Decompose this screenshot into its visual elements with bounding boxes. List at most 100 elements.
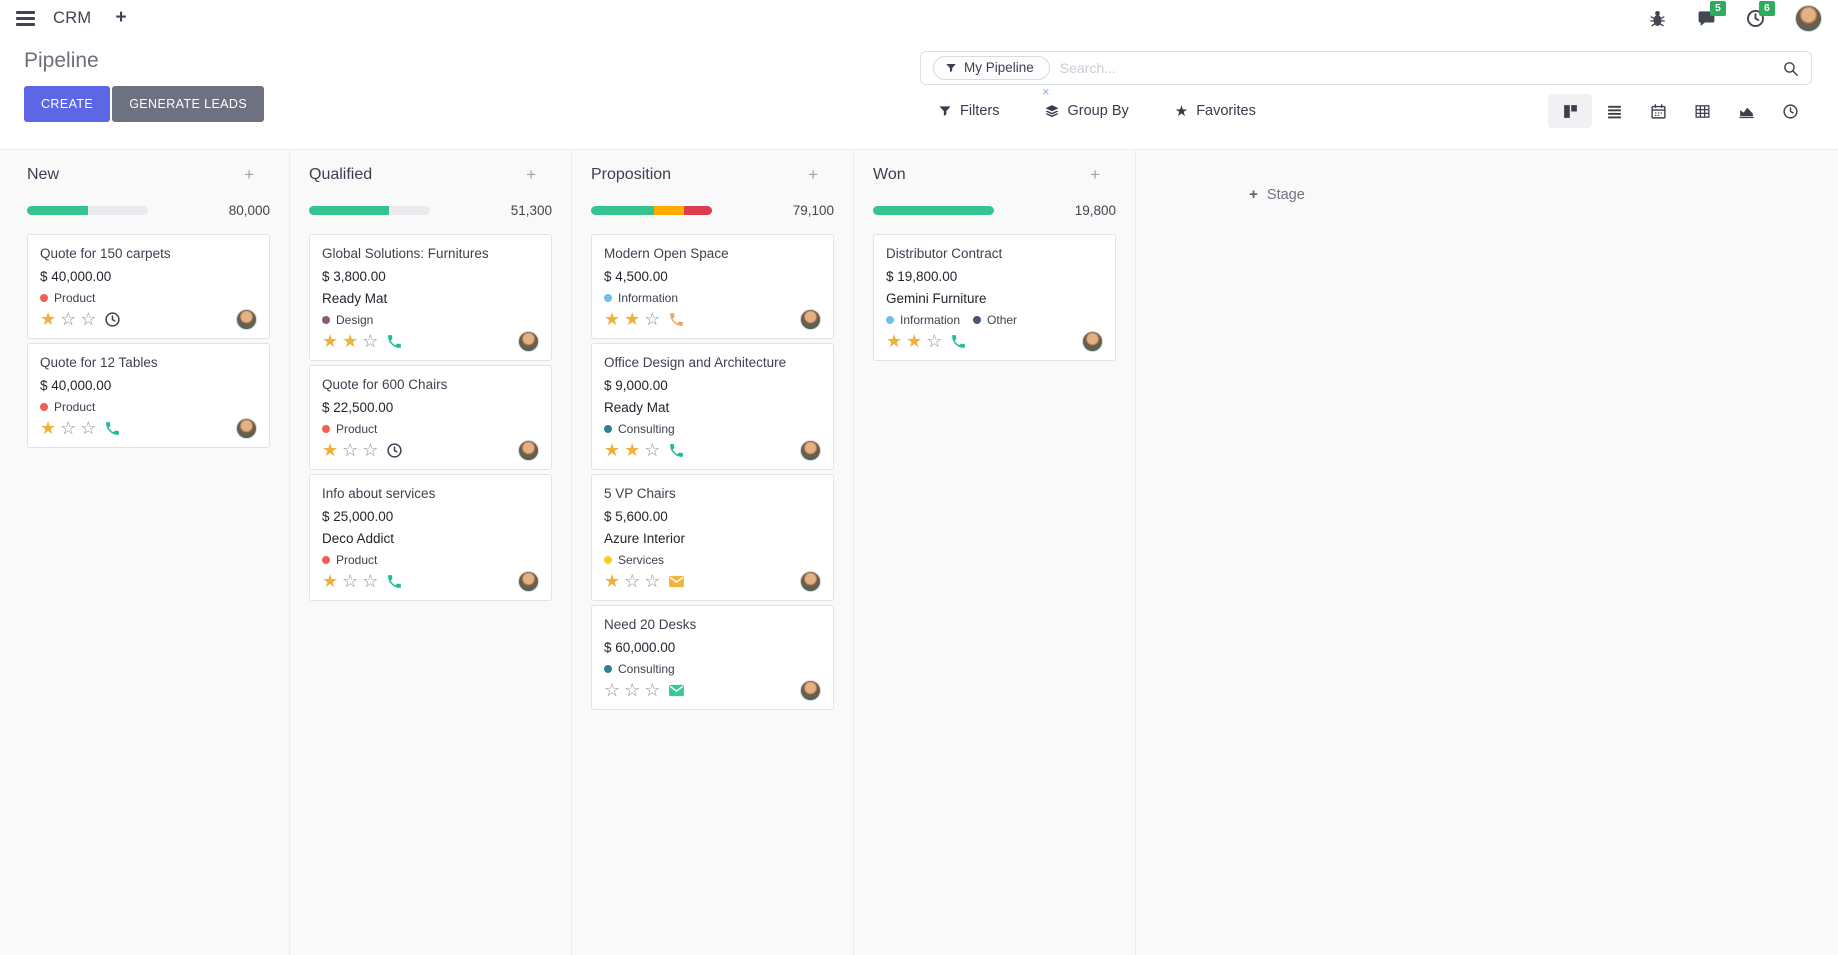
salesperson-avatar[interactable] (1082, 331, 1103, 352)
search-icon[interactable] (1782, 60, 1799, 77)
debug-bug-icon[interactable] (1648, 9, 1667, 28)
star-empty-icon[interactable]: ☆ (362, 440, 378, 461)
phone-icon[interactable] (386, 333, 403, 350)
search-bar[interactable]: My Pipeline Search... × (920, 51, 1812, 85)
column-title[interactable]: Qualified (309, 166, 372, 184)
card-title[interactable]: Quote for 12 Tables (40, 355, 257, 370)
activities-clock-icon[interactable]: 6 (1746, 9, 1765, 28)
star-empty-icon[interactable]: ☆ (362, 331, 378, 352)
progress-segment[interactable] (684, 206, 712, 215)
card-title[interactable]: Quote for 600 Chairs (322, 377, 539, 392)
list-view-icon[interactable] (1592, 94, 1636, 128)
envelope-icon[interactable] (668, 682, 685, 699)
star-filled-icon[interactable]: ★ (624, 309, 640, 330)
star-empty-icon[interactable]: ☆ (644, 680, 660, 701)
star-empty-icon[interactable]: ☆ (80, 418, 96, 439)
facet-remove-icon[interactable]: × (1042, 84, 1050, 99)
calendar-view-icon[interactable] (1636, 94, 1680, 128)
apps-menu-icon[interactable] (16, 11, 35, 26)
column-title[interactable]: New (27, 166, 59, 184)
activity-view-icon[interactable] (1768, 94, 1812, 128)
star-filled-icon[interactable]: ★ (886, 331, 902, 352)
kanban-card[interactable]: 5 VP Chairs$ 5,600.00Azure InteriorServi… (591, 474, 834, 601)
card-title[interactable]: Quote for 150 carpets (40, 246, 257, 261)
clock-icon[interactable] (386, 442, 403, 459)
phone-icon[interactable] (104, 420, 121, 437)
phone-icon[interactable] (668, 442, 685, 459)
progress-segment[interactable] (591, 206, 654, 215)
app-name[interactable]: CRM (53, 9, 91, 28)
progress-segment[interactable] (27, 206, 88, 215)
star-empty-icon[interactable]: ☆ (624, 571, 640, 592)
filters-menu[interactable]: Filters (938, 103, 999, 119)
progress-segment[interactable] (873, 206, 994, 215)
salesperson-avatar[interactable] (800, 309, 821, 330)
star-empty-icon[interactable]: ☆ (644, 440, 660, 461)
salesperson-avatar[interactable] (236, 418, 257, 439)
messages-icon[interactable]: 5 (1697, 9, 1716, 28)
kanban-card[interactable]: Quote for 12 Tables$ 40,000.00Product★☆☆ (27, 343, 270, 448)
star-filled-icon[interactable]: ★ (40, 418, 56, 439)
new-window-plus-icon[interactable]: + (115, 7, 126, 29)
salesperson-avatar[interactable] (800, 680, 821, 701)
star-filled-icon[interactable]: ★ (322, 331, 338, 352)
quick-add-icon[interactable]: + (808, 165, 834, 185)
salesperson-avatar[interactable] (800, 571, 821, 592)
star-filled-icon[interactable]: ★ (906, 331, 922, 352)
star-empty-icon[interactable]: ☆ (342, 571, 358, 592)
create-button[interactable]: CREATE (24, 86, 110, 122)
quick-add-icon[interactable]: + (1090, 165, 1116, 185)
kanban-card[interactable]: Office Design and Architecture$ 9,000.00… (591, 343, 834, 470)
graph-view-icon[interactable] (1724, 94, 1768, 128)
star-empty-icon[interactable]: ☆ (926, 331, 942, 352)
kanban-card[interactable]: Quote for 150 carpets$ 40,000.00Product★… (27, 234, 270, 339)
salesperson-avatar[interactable] (800, 440, 821, 461)
kanban-card[interactable]: Modern Open Space$ 4,500.00Information★★… (591, 234, 834, 339)
star-filled-icon[interactable]: ★ (624, 440, 640, 461)
generate-leads-button[interactable]: GENERATE LEADS (112, 86, 264, 122)
pivot-view-icon[interactable] (1680, 94, 1724, 128)
user-avatar[interactable] (1795, 5, 1822, 32)
kanban-card[interactable]: Global Solutions: Furnitures$ 3,800.00Re… (309, 234, 552, 361)
phone-icon[interactable] (386, 573, 403, 590)
kanban-card[interactable]: Info about services$ 25,000.00Deco Addic… (309, 474, 552, 601)
clock-icon[interactable] (104, 311, 121, 328)
star-empty-icon[interactable]: ☆ (604, 680, 620, 701)
column-title[interactable]: Won (873, 166, 906, 184)
progress-segment[interactable] (309, 206, 389, 215)
column-progressbar[interactable] (27, 206, 148, 215)
star-filled-icon[interactable]: ★ (604, 309, 620, 330)
star-empty-icon[interactable]: ☆ (644, 571, 660, 592)
kanban-card[interactable]: Distributor Contract$ 19,800.00Gemini Fu… (873, 234, 1116, 361)
search-facet-my-pipeline[interactable]: My Pipeline (933, 56, 1050, 80)
add-stage-button[interactable]: + Stage (1249, 186, 1305, 203)
card-title[interactable]: Distributor Contract (886, 246, 1103, 261)
kanban-card[interactable]: Need 20 Desks$ 60,000.00Consulting☆☆☆ (591, 605, 834, 710)
star-filled-icon[interactable]: ★ (322, 440, 338, 461)
kanban-view-icon[interactable] (1548, 94, 1592, 128)
phone-icon[interactable] (950, 333, 967, 350)
search-input[interactable]: Search... (1060, 60, 1782, 76)
quick-add-icon[interactable]: + (526, 165, 552, 185)
salesperson-avatar[interactable] (518, 571, 539, 592)
star-filled-icon[interactable]: ★ (604, 571, 620, 592)
star-empty-icon[interactable]: ☆ (644, 309, 660, 330)
star-filled-icon[interactable]: ★ (342, 331, 358, 352)
column-progressbar[interactable] (309, 206, 430, 215)
progress-segment[interactable] (654, 206, 684, 215)
star-filled-icon[interactable]: ★ (40, 309, 56, 330)
phone-icon[interactable] (668, 311, 685, 328)
star-empty-icon[interactable]: ☆ (624, 680, 640, 701)
salesperson-avatar[interactable] (518, 331, 539, 352)
star-empty-icon[interactable]: ☆ (342, 440, 358, 461)
star-empty-icon[interactable]: ☆ (362, 571, 378, 592)
star-filled-icon[interactable]: ★ (604, 440, 620, 461)
star-empty-icon[interactable]: ☆ (80, 309, 96, 330)
star-filled-icon[interactable]: ★ (322, 571, 338, 592)
card-title[interactable]: Need 20 Desks (604, 617, 821, 632)
column-progressbar[interactable] (591, 206, 712, 215)
favorites-menu[interactable]: ★ Favorites (1175, 103, 1256, 119)
column-title[interactable]: Proposition (591, 166, 671, 184)
column-progressbar[interactable] (873, 206, 994, 215)
quick-add-icon[interactable]: + (244, 165, 270, 185)
